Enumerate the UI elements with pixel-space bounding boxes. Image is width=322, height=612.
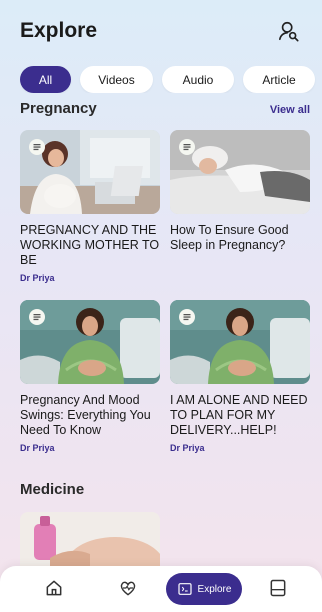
section-medicine-header: Medicine <box>20 481 310 498</box>
section-title: Pregnancy <box>20 100 97 117</box>
article-thumbnail <box>170 130 310 214</box>
view-all-link[interactable]: View all <box>270 104 310 116</box>
article-icon <box>179 139 195 155</box>
article-card[interactable]: Pregnancy And Mood Swings: Everything Yo… <box>20 300 160 453</box>
article-thumbnail <box>20 512 160 572</box>
article-title: How To Ensure Good Sleep in Pregnancy? <box>170 223 289 252</box>
article-card[interactable]: How To Ensure Good Sleep in Pregnancy? <box>170 130 310 253</box>
filter-chip-all[interactable]: All <box>20 66 71 93</box>
filter-chip-audio[interactable]: Audio <box>162 66 234 93</box>
article-icon <box>29 309 45 325</box>
article-author: Dr Priya <box>20 273 55 283</box>
article-title: PREGNANCY AND THE WORKING MOTHER TO BE <box>20 223 160 267</box>
article-author: Dr Priya <box>20 443 55 453</box>
header: Explore <box>0 0 322 56</box>
bottom-nav: Explore <box>0 566 322 612</box>
page-title: Explore <box>20 19 98 42</box>
filter-chips: All Videos Audio Article <box>20 66 322 93</box>
nav-health[interactable] <box>116 576 140 600</box>
article-thumbnail <box>20 300 160 384</box>
article-card[interactable]: I AM ALONE AND NEED TO PLAN FOR MY DELIV… <box>170 300 310 453</box>
nav-home[interactable] <box>42 576 66 600</box>
nav-explore[interactable]: Explore <box>166 573 242 605</box>
nav-saved[interactable] <box>266 576 290 600</box>
section-pregnancy-header: Pregnancy View all <box>20 100 310 117</box>
article-title: Pregnancy And Mood Swings: Everything Yo… <box>20 393 151 437</box>
article-author: Dr Priya <box>170 443 205 453</box>
bookmark-icon <box>270 579 286 597</box>
filter-chip-videos[interactable]: Videos <box>80 66 153 93</box>
article-card[interactable]: PREGNANCY AND THE WORKING MOTHER TO BE D… <box>20 130 160 283</box>
nav-explore-label: Explore <box>197 583 232 595</box>
article-card[interactable] <box>20 512 160 572</box>
section-title: Medicine <box>20 481 85 498</box>
heart-pulse-icon <box>120 581 136 596</box>
article-icon <box>29 139 45 155</box>
home-icon <box>46 580 62 596</box>
article-thumbnail <box>20 130 160 214</box>
article-title: I AM ALONE AND NEED TO PLAN FOR MY DELIV… <box>170 393 308 437</box>
user-search-icon[interactable] <box>278 20 300 42</box>
article-thumbnail <box>170 300 310 384</box>
article-icon <box>179 309 195 325</box>
explore-icon <box>177 583 192 595</box>
filter-chip-article[interactable]: Article <box>243 66 315 93</box>
